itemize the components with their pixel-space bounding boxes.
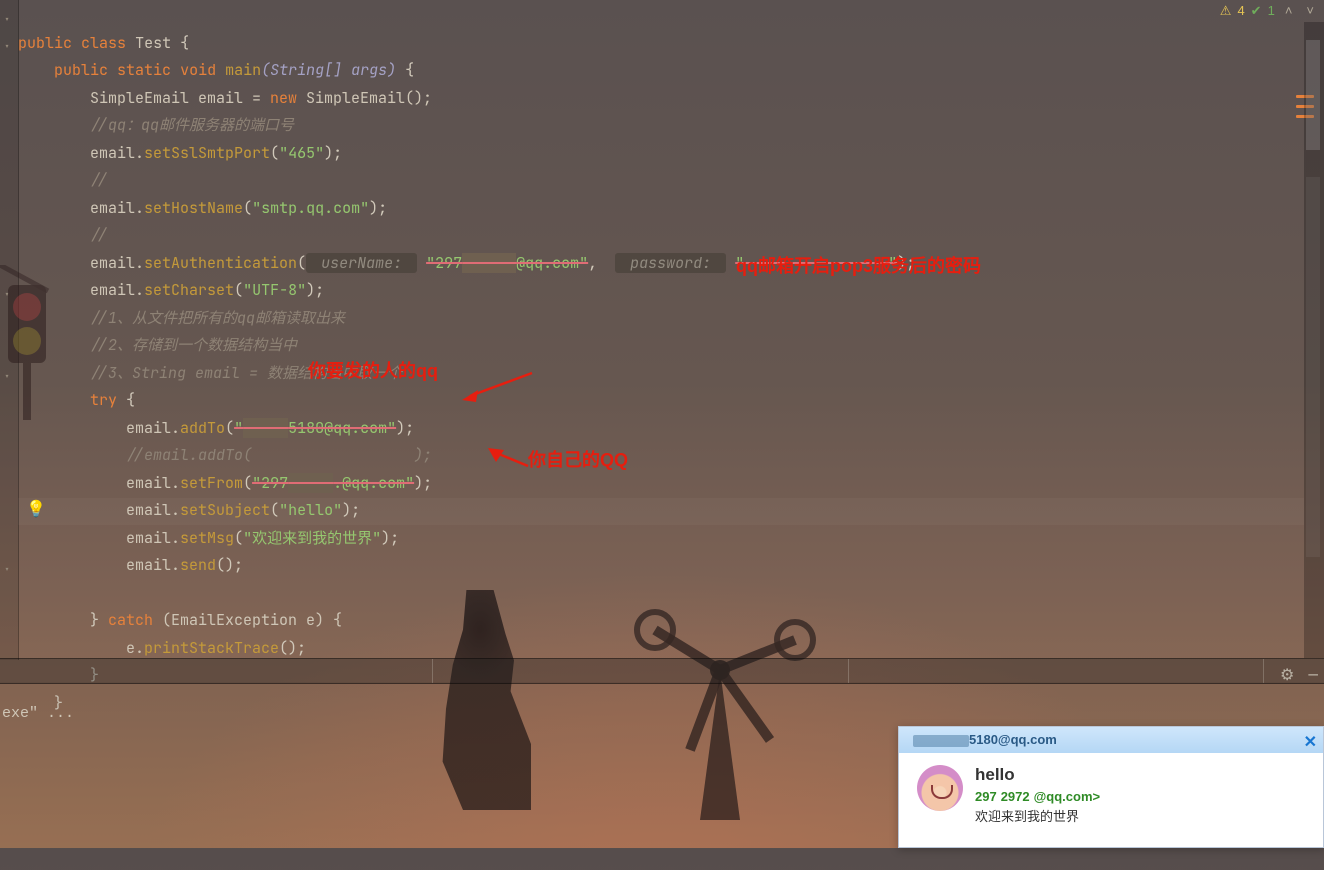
ok-count: 1 (1268, 0, 1275, 25)
minimap-thumb[interactable] (1306, 40, 1320, 150)
annotation-recipient: 你要发的人的qq (308, 358, 438, 386)
minimap-region (1306, 177, 1320, 557)
parameter-hint: password: (615, 253, 726, 273)
arrow-icon (462, 368, 542, 418)
fold-icon[interactable] (4, 6, 14, 16)
arrow-icon (488, 448, 532, 486)
annotation-password: qq邮箱开启pop3服务后的密码 (736, 253, 981, 281)
keyword: class (81, 33, 126, 53)
comment: //qq：qq邮件服务器的端口号 (90, 115, 294, 135)
popup-sender: 297 2972 @qq.com> (975, 787, 1100, 807)
intention-bulb-icon[interactable] (26, 495, 44, 513)
gutter (0, 0, 19, 660)
popup-subject: hello (975, 765, 1100, 785)
panel-columns (18, 659, 1264, 683)
class-name: Test (135, 33, 171, 53)
warning-icon[interactable]: ⚠ (1220, 0, 1232, 25)
annotation-sender: 你自己的QQ (528, 447, 628, 475)
code-editor[interactable]: public class Test { public static void m… (0, 0, 1324, 660)
inspection-status[interactable]: ⚠4 ✔1 ˄ ˅ (1220, 0, 1318, 22)
redacted-prefix (913, 735, 969, 747)
popup-from-address: 5180@qq.com (969, 732, 1057, 747)
fold-icon[interactable] (4, 556, 14, 566)
fold-icon[interactable] (4, 363, 14, 373)
fold-icon[interactable] (4, 281, 14, 291)
popup-body-text: 欢迎来到我的世界 (975, 807, 1100, 827)
tool-panel-header[interactable]: ⚙ — (0, 658, 1324, 684)
parameter-hint: userName: (306, 253, 417, 273)
close-icon[interactable]: ✕ (1304, 730, 1317, 756)
popup-title-bar[interactable]: 5180@qq.com ✕ (899, 727, 1323, 753)
mail-notification-popup[interactable]: 5180@qq.com ✕ hello 297 2972 @qq.com> 欢迎… (898, 726, 1324, 848)
fold-icon[interactable] (4, 33, 14, 43)
warning-count: 4 (1237, 0, 1244, 25)
keyword: public (18, 33, 72, 53)
minimap-scrollbar[interactable] (1304, 22, 1324, 658)
avatar (917, 765, 963, 811)
chevron-up-icon[interactable]: ˄ (1281, 0, 1297, 25)
ok-icon[interactable]: ✔ (1251, 0, 1262, 25)
